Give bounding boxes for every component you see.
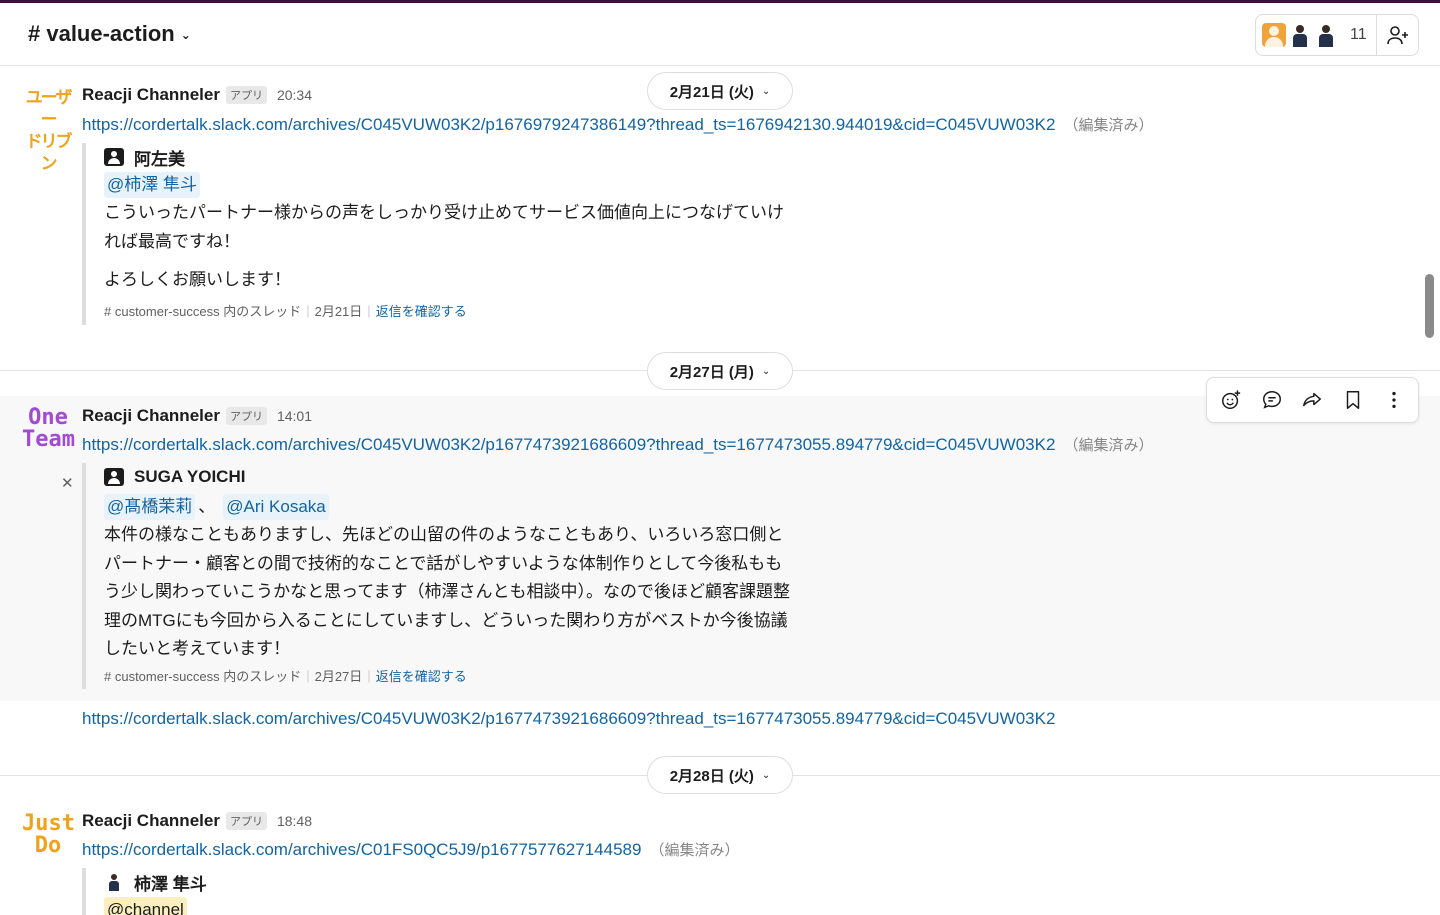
avatar [1262, 23, 1286, 47]
quote-channel[interactable]: # customer-success 内のスレッド [104, 301, 301, 320]
quote-date[interactable]: 2月27日 [315, 666, 363, 685]
avatar-text-line: Do [34, 833, 62, 858]
close-icon[interactable]: ✕ [61, 474, 74, 492]
avatar-text-line: Just [22, 811, 75, 836]
message-link[interactable]: https://cordertalk.slack.com/archives/C0… [82, 115, 1055, 134]
author-name[interactable]: Reacji Channeler [82, 811, 220, 831]
message-body: https://cordertalk.slack.com/archives/C0… [82, 434, 1153, 455]
quote-author-name[interactable]: 柿澤 隼斗 [134, 870, 207, 895]
quote-text-line: う少し関わっていこうかなと思ってます（柿澤さんとも相談中）。なので後ほど顧客課題… [104, 582, 790, 601]
user-icon [104, 148, 124, 166]
user-mention[interactable]: @Ari Kosaka [223, 494, 329, 520]
timestamp[interactable]: 14:01 [277, 408, 312, 424]
quote-text-line: パートナー・顧客との間で技術的なことで話がしやすいような体制作りとして今後私もも [104, 553, 783, 573]
app-badge: アプリ [225, 86, 267, 104]
message-link[interactable]: https://cordertalk.slack.com/archives/C0… [82, 840, 641, 859]
reply-in-thread-button[interactable] [1254, 382, 1290, 418]
avatar-text-line: Team [22, 427, 75, 452]
member-count: 11 [1350, 26, 1367, 43]
view-reply-link[interactable]: 返信を確認する [376, 666, 467, 685]
chevron-down-icon: ⌄ [180, 28, 191, 42]
message-body: https://cordertalk.slack.com/archives/C0… [82, 709, 1055, 729]
user-icon [104, 468, 124, 486]
avatar-text-line: ドリブン [25, 132, 73, 174]
quoted-message: SUGA YOICHI @髙橋茉莉、 @Ari Kosaka 本件の様なこともあり… [82, 463, 790, 689]
mention-separator: 、 [198, 497, 216, 516]
channel-header: # value-action ⌄ 11 [0, 3, 1440, 66]
message-body: https://cordertalk.slack.com/archives/C0… [82, 839, 739, 860]
quote-text-line: よろしくお願いします！ [104, 270, 291, 289]
timestamp[interactable]: 18:48 [277, 813, 312, 829]
add-reaction-button[interactable] [1213, 382, 1249, 418]
date-divider-button[interactable]: 2月21日 (火) ⌄ [647, 72, 793, 110]
quote-author: SUGA YOICHI [104, 463, 790, 491]
message-body: https://cordertalk.slack.com/archives/C0… [82, 114, 1153, 135]
quote-text-line: 本件の様なこともありますし、先ほどの山留の件のようなこともあり、いろいろ窓口側と [104, 525, 784, 544]
author-name[interactable]: Reacji Channeler [82, 85, 220, 105]
app-avatar[interactable]: One Team [22, 405, 75, 452]
scrollbar-thumb[interactable] [1425, 274, 1434, 338]
message-header: Reacji Channeler アプリ 14:01 [82, 406, 312, 426]
quoted-message: 阿左美 @柿澤 隼斗 こういったパートナー様からの声をしっかり受け止めてサービス… [82, 143, 784, 325]
timestamp[interactable]: 20:34 [277, 87, 312, 103]
edited-label: （編集済み） [1063, 437, 1154, 454]
bookmark-icon [1346, 391, 1360, 409]
quote-footer: # customer-success 内のスレッド | 2月27日 | 返信を確認す… [104, 666, 467, 685]
edited-label: （編集済み） [1063, 117, 1154, 134]
date-label: 2月28日 (火) [669, 767, 754, 785]
user-mention[interactable]: @髙橋茉莉 [104, 494, 196, 520]
add-member-icon [1386, 26, 1408, 45]
quote-footer: # customer-success 内のスレッド | 2月21日 | 返信を確認す… [104, 301, 467, 320]
message-header: Reacji Channeler アプリ 20:34 [82, 85, 312, 105]
more-actions-button[interactable] [1376, 382, 1412, 418]
app-badge: アプリ [225, 812, 267, 830]
quote-author-name[interactable]: 阿左美 [134, 145, 185, 170]
message-actions-toolbar [1206, 377, 1419, 423]
user-mention[interactable]: @柿澤 隼斗 [104, 172, 200, 198]
message-header: Reacji Channeler アプリ 18:48 [82, 811, 312, 831]
chevron-down-icon: ⌄ [761, 365, 771, 377]
app-avatar[interactable]: ユーザー ドリブン [22, 87, 74, 175]
share-message-button[interactable] [1294, 382, 1330, 418]
avatar-text-line: ユーザー [25, 88, 73, 130]
date-divider-button[interactable]: 2月28日 (火) ⌄ [647, 756, 793, 794]
message-link[interactable]: https://cordertalk.slack.com/archives/C0… [82, 435, 1055, 454]
avatar [1314, 23, 1338, 47]
add-reaction-icon [1222, 390, 1241, 409]
avatar-text-line: One [28, 405, 68, 430]
quote-author: 阿左美 [104, 143, 784, 171]
user-photo-icon [104, 872, 124, 892]
quote-author-name[interactable]: SUGA YOICHI [134, 467, 245, 487]
date-label: 2月21日 (火) [669, 83, 754, 101]
message-list: 2月21日 (火) ⌄ ユーザー ドリブン Reacji Channeler アプ… [0, 66, 1440, 915]
quote-text-line: したいと考えています！ [104, 639, 291, 658]
more-actions-icon [1392, 391, 1396, 409]
quoted-message: 柿澤 隼斗 @channel [82, 868, 207, 915]
message-link[interactable]: https://cordertalk.slack.com/archives/C0… [82, 709, 1055, 728]
member-list-button[interactable]: 11 [1255, 14, 1377, 56]
chevron-down-icon: ⌄ [761, 769, 771, 781]
edited-label: （編集済み） [649, 842, 740, 859]
app-avatar[interactable]: Just Do [22, 811, 75, 858]
share-icon [1303, 392, 1322, 407]
reply-in-thread-icon [1262, 391, 1281, 409]
quote-text-line: れば最高ですね！ [104, 231, 240, 251]
quote-text-line: 理のMTGにも今回から入ることにしていますし、どういった関わり方がベストか今後協… [104, 610, 788, 630]
quote-author: 柿澤 隼斗 [104, 868, 207, 896]
avatar [1288, 23, 1312, 47]
quote-date[interactable]: 2月21日 [315, 301, 363, 320]
quote-text-line: こういったパートナー様からの声をしっかり受け止めてサービス価値向上につなげていけ [104, 203, 784, 222]
date-divider-button[interactable]: 2月27日 (月) ⌄ [647, 352, 793, 390]
channel-name-button[interactable]: # value-action ⌄ [28, 21, 191, 47]
author-name[interactable]: Reacji Channeler [82, 406, 220, 426]
view-reply-link[interactable]: 返信を確認する [376, 301, 467, 320]
app-badge: アプリ [225, 407, 267, 425]
channel-mention[interactable]: @channel [104, 897, 187, 915]
chevron-down-icon: ⌄ [761, 85, 771, 97]
date-label: 2月27日 (月) [669, 363, 754, 381]
quote-channel[interactable]: # customer-success 内のスレッド [104, 666, 301, 685]
save-for-later-button[interactable] [1335, 382, 1371, 418]
add-member-button[interactable] [1376, 14, 1419, 56]
channel-name: # value-action [28, 21, 175, 46]
